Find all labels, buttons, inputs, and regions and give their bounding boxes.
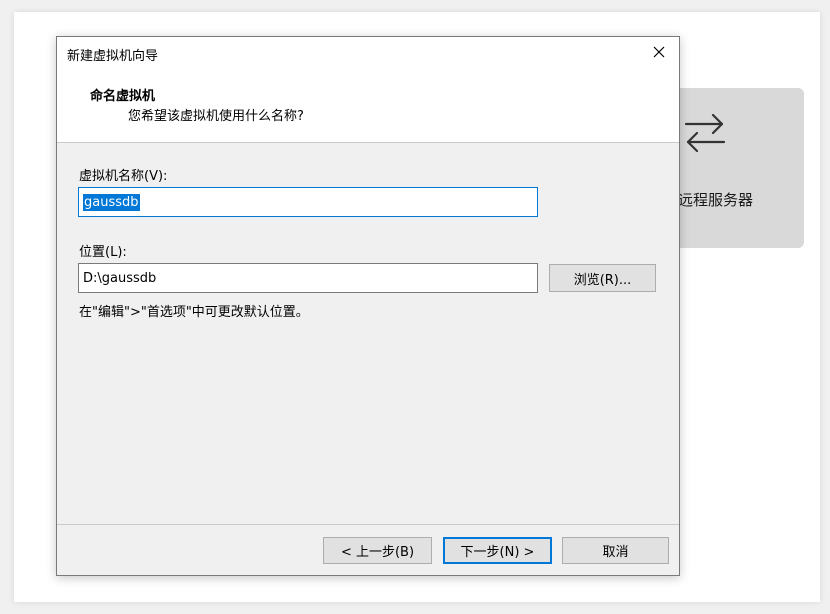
wizard-header: 命名虚拟机 您希望该虚拟机使用什么名称? [57, 67, 679, 143]
vm-name-label: 虚拟机名称(V): [79, 169, 168, 184]
new-vm-wizard-dialog: 新建虚拟机向导 命名虚拟机 您希望该虚拟机使用什么名称? 虚拟机名称(V): g… [56, 36, 680, 576]
cancel-button[interactable]: 取消 [562, 537, 669, 564]
browse-button[interactable]: 浏览(R)... [549, 264, 656, 292]
close-icon [653, 46, 665, 58]
dialog-title: 新建虚拟机向导 [67, 49, 159, 64]
swap-arrows-icon [684, 113, 726, 153]
remote-server-card[interactable]: 远程服务器 [662, 88, 804, 248]
location-input[interactable]: D:\gaussdb [78, 263, 538, 293]
default-location-hint: 在"编辑">"首选项"中可更改默认位置。 [79, 305, 309, 320]
wizard-step-subtitle: 您希望该虚拟机使用什么名称? [128, 109, 304, 124]
close-button[interactable] [641, 38, 677, 66]
wizard-step-title: 命名虚拟机 [90, 89, 156, 104]
location-value: D:\gaussdb [83, 270, 157, 286]
footer-divider [57, 524, 679, 525]
vm-name-value: gaussdb [83, 193, 140, 211]
back-button[interactable]: < 上一步(B) [323, 537, 432, 564]
location-label: 位置(L): [79, 245, 127, 260]
remote-server-label: 远程服务器 [678, 191, 754, 209]
dialog-titlebar: 新建虚拟机向导 [57, 37, 679, 67]
next-button[interactable]: 下一步(N) > [443, 537, 552, 564]
vm-name-input[interactable]: gaussdb [78, 187, 538, 217]
